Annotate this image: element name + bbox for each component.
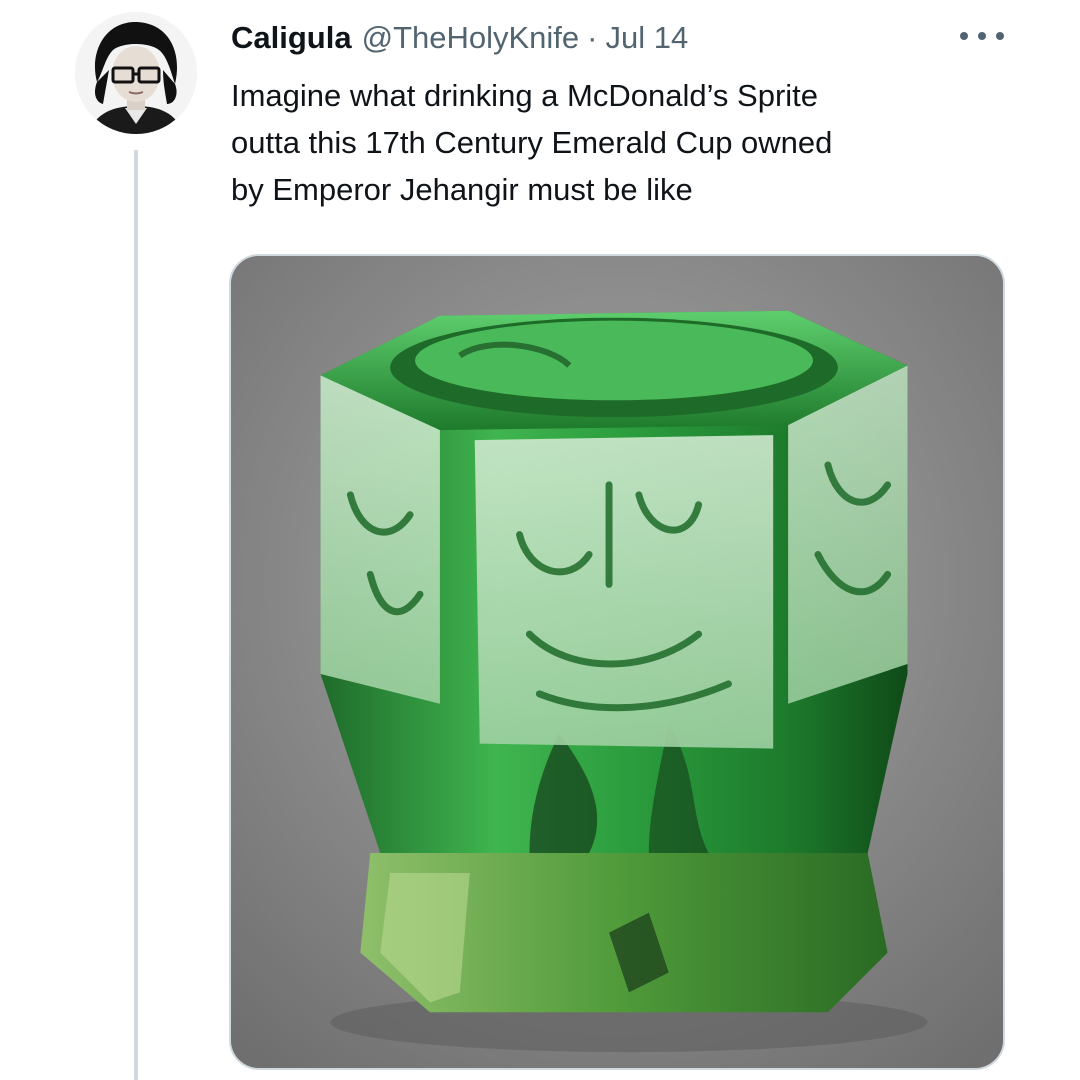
more-dot bbox=[960, 32, 968, 40]
tweet-media-image[interactable] bbox=[229, 254, 1005, 1070]
more-dot bbox=[996, 32, 1004, 40]
avatar[interactable] bbox=[75, 12, 197, 134]
emerald-cup-icon bbox=[231, 256, 1003, 1068]
more-dot bbox=[978, 32, 986, 40]
tweet-text-line: outta this 17th Century Emerald Cup owne… bbox=[231, 125, 833, 160]
tweet-date[interactable]: Jul 14 bbox=[605, 20, 688, 56]
tweet-text-line: by Emperor Jehangir must be like bbox=[231, 172, 693, 207]
thread-line bbox=[134, 150, 138, 1080]
user-handle[interactable]: @TheHolyKnife bbox=[362, 20, 580, 56]
tweet-text-line: Imagine what drinking a McDonald’s Sprit… bbox=[231, 78, 819, 113]
tweet-text: Imagine what drinking a McDonald’s Sprit… bbox=[231, 72, 1011, 213]
tweet-header: Caligula @TheHolyKnife · Jul 14 bbox=[231, 16, 688, 60]
more-options-icon[interactable] bbox=[960, 24, 1004, 48]
avatar-portrait-icon bbox=[75, 12, 197, 134]
separator-dot: · bbox=[587, 20, 598, 55]
display-name[interactable]: Caligula bbox=[231, 20, 352, 56]
